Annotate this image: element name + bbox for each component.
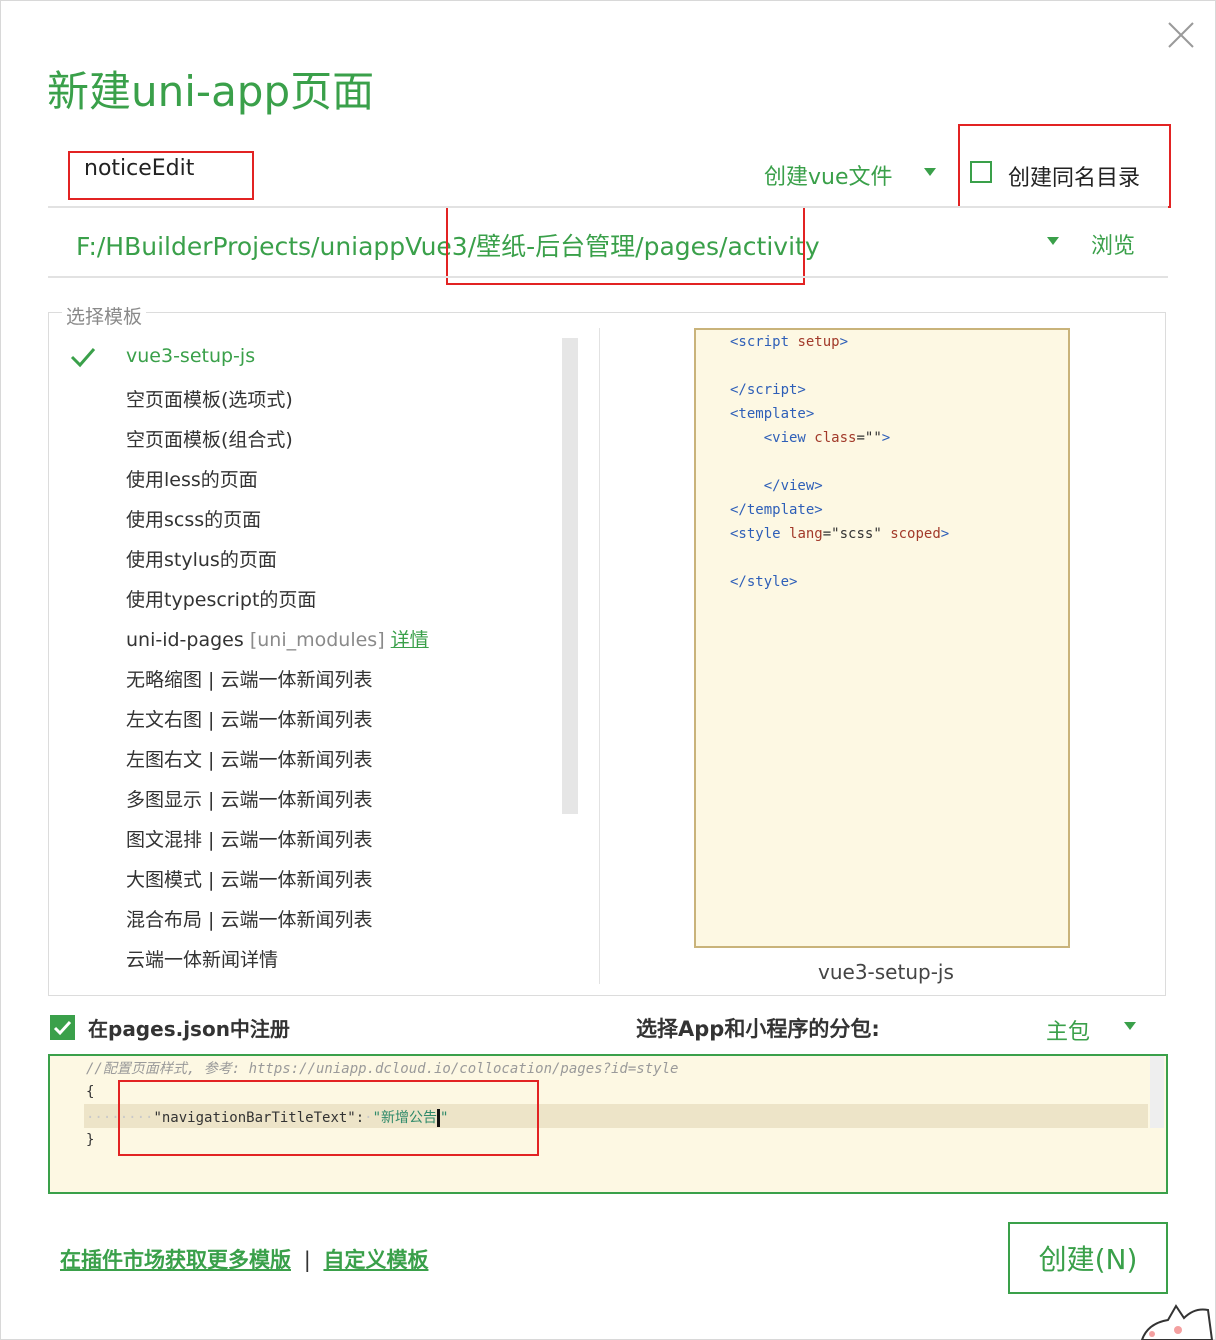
code-line: <script setup> xyxy=(730,334,849,350)
highlight-box-path xyxy=(446,206,805,285)
uni-modules-tag: [uni_modules] xyxy=(249,629,385,651)
vertical-divider xyxy=(599,328,600,984)
chevron-down-icon[interactable] xyxy=(924,168,936,176)
path-dropdown-icon[interactable] xyxy=(1047,237,1059,245)
custom-template-link[interactable]: 自定义模板 xyxy=(323,1248,428,1272)
highlight-box-same-dir xyxy=(958,124,1171,208)
template-item[interactable]: 无略缩图 | 云端一体新闻列表 xyxy=(126,665,372,692)
template-legend: 选择模板 xyxy=(62,302,147,329)
template-item[interactable]: 使用scss的页面 xyxy=(126,505,261,532)
template-item[interactable]: 空页面模板(选项式) xyxy=(126,385,293,412)
code-line: <template> xyxy=(730,406,815,422)
template-item[interactable]: 左图右文 | 云端一体新闻列表 xyxy=(126,745,372,772)
editor-close-brace: } xyxy=(86,1132,95,1148)
subpackage-select[interactable]: 主包 xyxy=(1046,1014,1090,1046)
template-item[interactable]: 多图显示 | 云端一体新闻列表 xyxy=(126,785,372,812)
subpackage-label: 选择App和小程序的分包: xyxy=(636,1017,880,1041)
template-scrollbar[interactable] xyxy=(562,338,578,814)
mascot-icon xyxy=(1140,1304,1214,1340)
editor-open-brace: { xyxy=(86,1084,95,1100)
template-preview: <script setup> </script> <template> <vie… xyxy=(694,328,1070,948)
divider xyxy=(48,206,1168,208)
template-item[interactable]: 使用typescript的页面 xyxy=(126,585,316,612)
template-item-uni-id[interactable]: uni-id-pages [uni_modules] 详情 xyxy=(126,625,429,652)
plugin-market-link[interactable]: 在插件市场获取更多模版 xyxy=(60,1248,291,1272)
code-line: </script> xyxy=(730,382,806,398)
check-icon xyxy=(70,348,96,368)
template-item[interactable]: 左文右图 | 云端一体新闻列表 xyxy=(126,705,372,732)
create-button[interactable]: 创建(N) xyxy=(1008,1222,1168,1294)
register-label: 在pages.json中注册 xyxy=(88,1017,290,1041)
template-item[interactable]: 使用stylus的页面 xyxy=(126,545,277,572)
details-link[interactable]: 详情 xyxy=(391,629,429,651)
code-line: <style lang="scss" scoped> xyxy=(730,526,950,542)
code-line: <view class=""> xyxy=(730,430,891,446)
footer-separator: | xyxy=(303,1248,311,1272)
template-item-label: uni-id-pages xyxy=(126,629,244,651)
template-item[interactable]: 使用less的页面 xyxy=(126,465,258,492)
template-item[interactable]: vue3-setup-js xyxy=(126,345,255,367)
template-item[interactable]: 大图模式 | 云端一体新闻列表 xyxy=(126,865,372,892)
highlight-box-json xyxy=(118,1080,539,1156)
register-checkbox[interactable] xyxy=(50,1015,75,1040)
editor-comment: //配置页面样式, 参考: https://uniapp.dcloud.io/c… xyxy=(86,1061,679,1077)
dialog-title: 新建uni-app页面 xyxy=(47,67,375,116)
template-item[interactable]: 云端一体新闻详情 xyxy=(126,945,278,972)
footer-links: 在插件市场获取更多模版 | 自定义模板 xyxy=(60,1244,428,1274)
create-vue-dropdown[interactable]: 创建vue文件 xyxy=(764,159,893,191)
highlight-box-name xyxy=(68,151,254,200)
chevron-down-icon[interactable] xyxy=(1124,1022,1136,1030)
code-line: </template> xyxy=(730,502,823,518)
editor-scrollbar[interactable] xyxy=(1150,1056,1164,1128)
template-item[interactable]: 空页面模板(组合式) xyxy=(126,425,293,452)
code-line: </view> xyxy=(730,478,823,494)
close-icon[interactable] xyxy=(1166,20,1196,50)
preview-caption: vue3-setup-js xyxy=(818,960,954,984)
code-line: </style> xyxy=(730,574,798,590)
template-item[interactable]: 混合布局 | 云端一体新闻列表 xyxy=(126,905,372,932)
template-item[interactable]: 图文混排 | 云端一体新闻列表 xyxy=(126,825,372,852)
divider xyxy=(48,276,1168,278)
browse-button[interactable]: 浏览 xyxy=(1091,228,1135,260)
